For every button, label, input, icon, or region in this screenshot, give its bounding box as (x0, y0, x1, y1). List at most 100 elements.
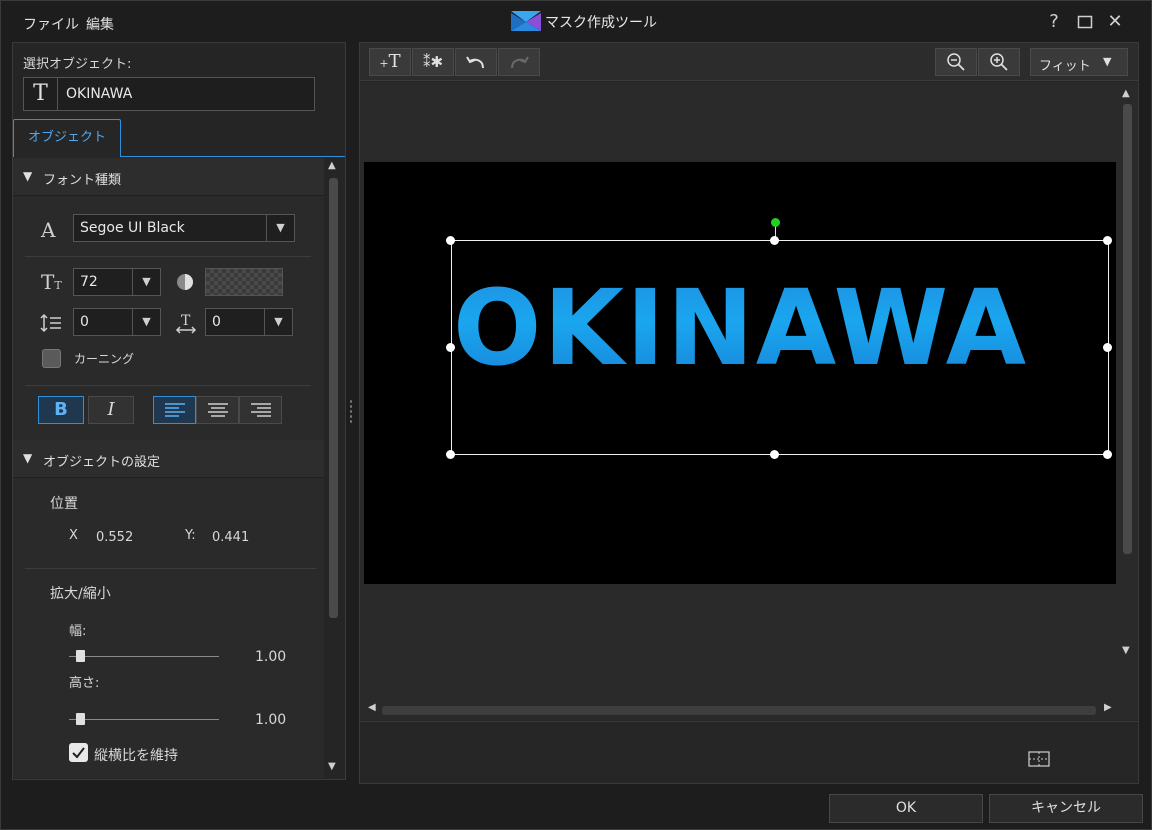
resize-handle-s[interactable] (770, 450, 779, 459)
scrollbar-thumb[interactable] (329, 178, 338, 618)
font-size-value: 72 (80, 274, 98, 290)
preview-toolbar: +T ⁑✱ フィット ▼ (360, 43, 1138, 81)
properties-scroll-area: ▼ フォント種類 A Segoe UI Black ▼ TT 72 ▼ 0 ▼ … (13, 158, 324, 778)
line-spacing-icon (40, 313, 61, 333)
width-slider-track[interactable] (69, 656, 219, 657)
scale-label: 拡大/縮小 (50, 586, 111, 602)
add-text-button[interactable]: +T (369, 48, 411, 76)
tab-object[interactable]: オブジェクト (13, 119, 121, 157)
y-label: Y: (185, 528, 196, 543)
splitter-grip[interactable] (349, 399, 353, 425)
x-value[interactable]: 0.552 (96, 530, 133, 545)
y-value[interactable]: 0.441 (212, 530, 249, 545)
selection-bounding-box[interactable] (451, 240, 1109, 455)
align-right-button[interactable] (239, 396, 282, 424)
chevron-down-icon: ▼ (132, 309, 160, 335)
font-name-dropdown[interactable]: Segoe UI Black ▼ (73, 214, 295, 242)
width-slider-thumb[interactable] (76, 650, 85, 662)
scroll-down-icon[interactable]: ▼ (1122, 645, 1130, 656)
resize-handle-w[interactable] (446, 343, 455, 352)
undo-button[interactable] (455, 48, 497, 76)
preview-vertical-scrollbar[interactable]: ▲ ▼ (1120, 82, 1136, 697)
keep-ratio-label: 縦横比を維持 (94, 748, 178, 764)
scrollbar-thumb[interactable] (382, 706, 1096, 715)
cancel-button[interactable]: キャンセル (989, 794, 1143, 823)
width-value: 1.00 (255, 649, 287, 665)
app-logo-icon (511, 11, 541, 31)
height-slider-thumb[interactable] (76, 713, 85, 725)
preview-horizontal-scrollbar[interactable]: ◀ ▶ (368, 702, 1114, 716)
resize-handle-nw[interactable] (446, 236, 455, 245)
maximize-icon[interactable] (1072, 9, 1098, 35)
mask-tool-window: ファイル 編集 マスク作成ツール ? ✕ 選択オブジェクト: T OKINAWA… (0, 0, 1152, 830)
collapse-triangle-icon: ▼ (23, 169, 33, 183)
resize-handle-n[interactable] (770, 236, 779, 245)
selected-object-label: 選択オブジェクト: (23, 57, 132, 72)
left-vertical-scrollbar[interactable]: ▲ ▼ (326, 158, 344, 778)
align-center-button[interactable] (196, 396, 239, 424)
svg-text:T: T (181, 313, 191, 329)
height-label: 高さ: (69, 676, 100, 691)
opacity-icon (177, 274, 193, 290)
preview-canvas[interactable]: OKINAWA (364, 162, 1116, 584)
chevron-down-icon: ▼ (266, 215, 294, 241)
char-spacing-dropdown[interactable]: 0 ▼ (205, 308, 293, 336)
redo-icon (511, 56, 529, 69)
zoom-dropdown-value: フィット (1039, 59, 1091, 74)
scroll-up-icon[interactable]: ▲ (328, 160, 336, 171)
selected-object-value: OKINAWA (66, 86, 133, 102)
undo-icon (466, 56, 484, 69)
font-size-dropdown[interactable]: 72 ▼ (73, 268, 161, 296)
rotation-handle[interactable] (771, 218, 780, 227)
properties-panel: 選択オブジェクト: T OKINAWA オブジェクト ▼ フォント種類 A Se… (12, 42, 346, 780)
align-center-icon (207, 403, 228, 417)
kerning-label: カーニング (74, 352, 135, 366)
text-object-icon: T (24, 78, 58, 110)
divider (25, 256, 311, 257)
divider (25, 568, 316, 569)
line-spacing-dropdown[interactable]: 0 ▼ (73, 308, 161, 336)
kerning-checkbox[interactable] (42, 349, 61, 368)
zoom-dropdown[interactable]: フィット ▼ (1030, 48, 1128, 76)
scrollbar-thumb[interactable] (1123, 104, 1132, 554)
align-left-button[interactable] (153, 396, 196, 424)
collapse-triangle-icon: ▼ (23, 451, 33, 465)
align-right-icon (250, 403, 271, 417)
tab-underline (121, 156, 345, 157)
redo-button[interactable] (498, 48, 540, 76)
zoom-out-button[interactable] (935, 48, 977, 76)
font-name-value: Segoe UI Black (80, 220, 185, 236)
resize-handle-ne[interactable] (1103, 236, 1112, 245)
italic-button[interactable]: I (88, 396, 134, 424)
scroll-down-icon[interactable]: ▼ (328, 761, 336, 772)
scroll-up-icon[interactable]: ▲ (1122, 88, 1130, 99)
height-slider-track[interactable] (69, 719, 219, 720)
font-size-icon: TT (41, 270, 62, 294)
add-text-icon: +T (379, 51, 401, 72)
resize-handle-se[interactable] (1103, 450, 1112, 459)
help-icon[interactable]: ? (1041, 9, 1067, 35)
zoom-in-button[interactable] (978, 48, 1020, 76)
object-settings-header[interactable]: ▼ オブジェクトの設定 (13, 440, 324, 478)
bold-button[interactable]: B (38, 396, 84, 424)
resize-handle-e[interactable] (1103, 343, 1112, 352)
color-swatch[interactable] (205, 268, 283, 296)
menu-edit[interactable]: 編集 (86, 14, 114, 34)
menu-file[interactable]: ファイル (23, 14, 79, 34)
zoom-in-icon (990, 53, 1008, 71)
window-title: マスク作成ツール (545, 15, 657, 31)
char-spacing-icon: T (175, 313, 197, 334)
ok-button[interactable]: OK (829, 794, 983, 823)
font-section-header[interactable]: ▼ フォント種類 (13, 158, 324, 196)
align-left-icon (164, 403, 185, 417)
scroll-right-icon[interactable]: ▶ (1104, 702, 1112, 713)
safe-zone-icon[interactable] (1028, 751, 1050, 767)
resize-handle-sw[interactable] (446, 450, 455, 459)
preview-bottom-bar (360, 721, 1138, 783)
width-label: 幅: (69, 624, 87, 639)
add-particle-button[interactable]: ⁑✱ (412, 48, 454, 76)
close-icon[interactable]: ✕ (1102, 9, 1128, 35)
chevron-down-icon: ▼ (1103, 55, 1112, 68)
keep-ratio-checkbox[interactable] (69, 743, 88, 762)
scroll-left-icon[interactable]: ◀ (368, 702, 376, 713)
